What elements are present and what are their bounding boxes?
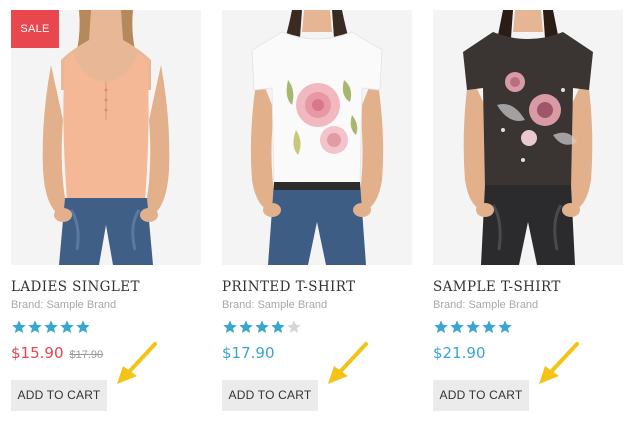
- product-image[interactable]: [433, 10, 623, 265]
- star-icon: [255, 320, 269, 333]
- model-sample-tshirt-illustration: [433, 10, 623, 265]
- product-grid: SALE LADIES SINGLET Brand: Sample Brand …: [0, 0, 636, 422]
- star-icon: [498, 320, 512, 333]
- add-to-cart-button[interactable]: ADD TO CART: [222, 380, 318, 411]
- add-to-cart-button[interactable]: ADD TO CART: [433, 380, 529, 411]
- product-card: PRINTED T-SHIRT Brand: Sample Brand $17.…: [222, 10, 414, 418]
- price-row: $15.90 $17.90: [11, 344, 203, 364]
- star-icon: [76, 320, 90, 333]
- star-icon: [450, 320, 464, 333]
- star-icon: [60, 320, 74, 333]
- star-icon: [482, 320, 496, 333]
- product-brand: Brand: Sample Brand: [222, 299, 328, 311]
- add-to-cart-button[interactable]: ADD TO CART: [11, 380, 107, 411]
- old-price: $17.90: [69, 349, 104, 361]
- arrow-icon: [539, 342, 579, 384]
- star-icon: [28, 320, 42, 333]
- star-icon: [287, 320, 301, 333]
- star-icon: [223, 320, 237, 333]
- product-card: SALE LADIES SINGLET Brand: Sample Brand …: [11, 10, 203, 418]
- star-icon: [44, 320, 58, 333]
- sale-price: $15.90: [11, 344, 64, 362]
- price: $21.90: [433, 344, 486, 362]
- model-printed-tshirt-illustration: [222, 10, 412, 265]
- price-row: $21.90: [433, 344, 625, 364]
- product-brand: Brand: Sample Brand: [433, 299, 539, 311]
- star-icon: [434, 320, 448, 333]
- price: $17.90: [222, 344, 275, 362]
- product-image[interactable]: [222, 10, 412, 265]
- star-icon: [239, 320, 253, 333]
- product-image[interactable]: SALE: [11, 10, 201, 265]
- product-title[interactable]: LADIES SINGLET: [11, 279, 203, 295]
- product-brand: Brand: Sample Brand: [11, 299, 117, 311]
- star-icon: [466, 320, 480, 333]
- model-singlet-illustration: [11, 10, 201, 265]
- price-row: $17.90: [222, 344, 414, 364]
- product-title[interactable]: PRINTED T-SHIRT: [222, 279, 414, 295]
- product-card: SAMPLE T-SHIRT Brand: Sample Brand $21.9…: [433, 10, 625, 418]
- star-icon: [12, 320, 26, 333]
- star-rating: [433, 319, 625, 337]
- product-title[interactable]: SAMPLE T-SHIRT: [433, 279, 625, 295]
- star-icon: [271, 320, 285, 333]
- star-rating: [11, 319, 203, 337]
- arrow-icon: [117, 342, 157, 384]
- star-rating: [222, 319, 414, 337]
- sale-badge: SALE: [11, 10, 59, 48]
- arrow-icon: [328, 342, 368, 384]
